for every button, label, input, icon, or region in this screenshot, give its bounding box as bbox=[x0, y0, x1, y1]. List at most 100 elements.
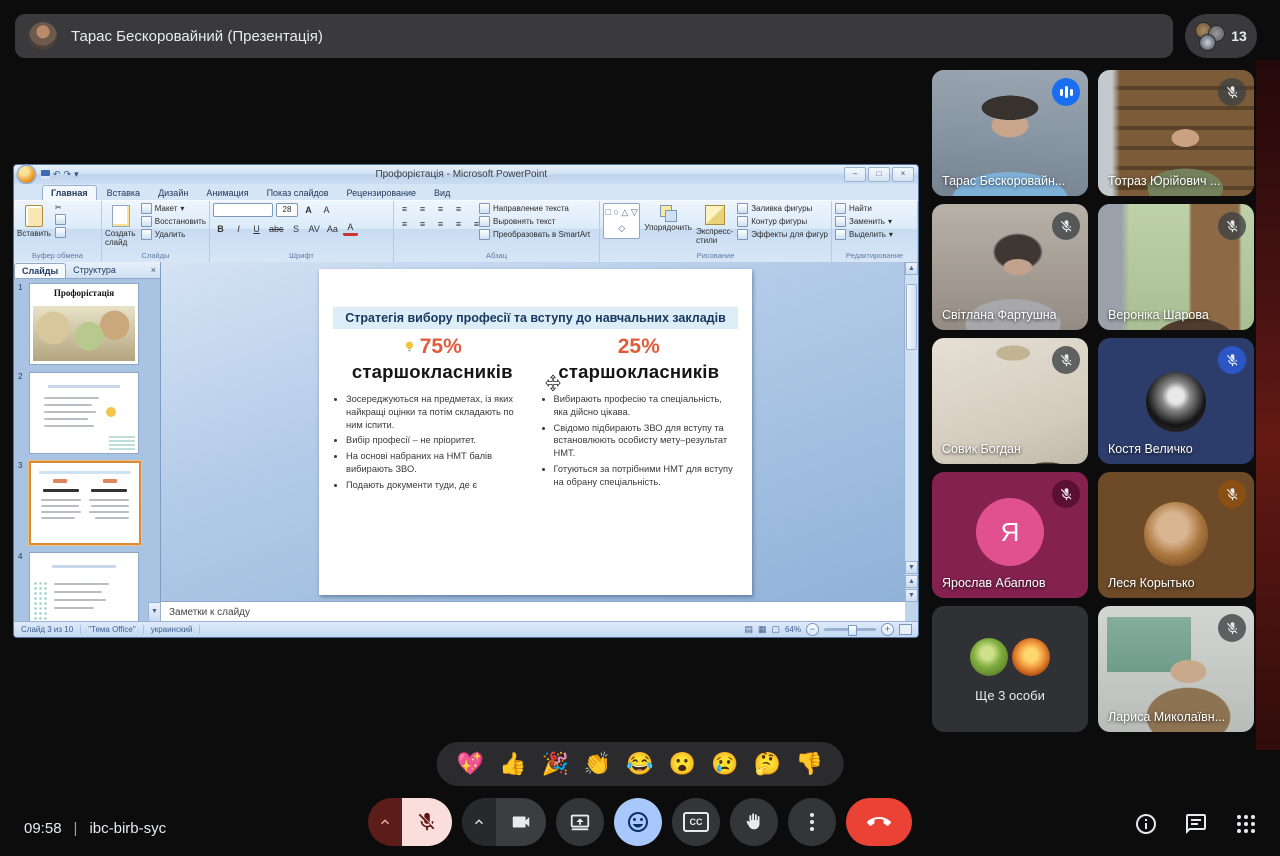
present-button[interactable] bbox=[556, 798, 604, 846]
reaction-thumbs-up[interactable]: 👍 bbox=[499, 751, 526, 777]
current-slide[interactable]: Стратегія вибору професії та вступу до н… bbox=[319, 269, 752, 595]
shape-outline-button[interactable]: Контур фигуры bbox=[737, 216, 828, 227]
end-call-button[interactable] bbox=[846, 798, 912, 846]
grow-font-button[interactable]: A bbox=[301, 204, 316, 216]
shape-fill-button[interactable]: Заливка фигуры bbox=[737, 203, 828, 214]
slide-thumbnail-4[interactable]: 4 bbox=[18, 552, 148, 622]
participant-tile[interactable]: Лариса Миколаївн... bbox=[1098, 606, 1254, 732]
reaction-cry[interactable]: 😢 bbox=[711, 751, 738, 777]
participant-tile[interactable]: Я Ярослав Абаплов bbox=[932, 472, 1088, 598]
italic-button[interactable]: I bbox=[231, 223, 246, 235]
view-slideshow-icon[interactable]: ▢ bbox=[771, 624, 780, 635]
strikethrough-button[interactable]: abc bbox=[267, 223, 286, 235]
bullets-button[interactable]: ≡ bbox=[397, 203, 412, 215]
participant-tile[interactable]: Совик Богдан bbox=[932, 338, 1088, 464]
minimize-button[interactable]: – bbox=[844, 167, 866, 182]
tab-slideshow[interactable]: Показ слайдов bbox=[259, 186, 337, 200]
align-center-button[interactable]: ≡ bbox=[415, 218, 430, 230]
scroll-up-icon[interactable]: ▲ bbox=[905, 262, 918, 275]
new-slide-button[interactable]: Создать слайд bbox=[105, 203, 137, 247]
mic-toggle-button[interactable] bbox=[402, 798, 452, 846]
reactions-button[interactable] bbox=[614, 798, 662, 846]
replace-button[interactable]: Заменить▾ bbox=[835, 216, 893, 227]
char-spacing-button[interactable]: AV bbox=[307, 223, 322, 235]
tab-insert[interactable]: Вставка bbox=[99, 186, 148, 200]
underline-button[interactable]: U bbox=[249, 223, 264, 235]
align-text-button[interactable]: Выровнять текст bbox=[479, 216, 590, 227]
more-options-button[interactable] bbox=[788, 798, 836, 846]
numbering-button[interactable]: ≡ bbox=[415, 203, 430, 215]
find-button[interactable]: Найти bbox=[835, 203, 893, 214]
select-button[interactable]: Выделить▾ bbox=[835, 229, 893, 240]
reaction-laugh[interactable]: 😂 bbox=[626, 751, 653, 777]
tab-review[interactable]: Рецензирование bbox=[339, 186, 425, 200]
notes-splitter[interactable]: ▼ bbox=[148, 602, 161, 622]
close-button[interactable]: × bbox=[892, 167, 914, 182]
shrink-font-button[interactable]: A bbox=[319, 204, 334, 216]
zoom-slider[interactable] bbox=[824, 628, 876, 631]
quick-styles-button[interactable]: Экспресс-стили bbox=[696, 203, 733, 245]
scrollbar-thumb[interactable] bbox=[906, 284, 917, 350]
reaction-clap[interactable]: 👏 bbox=[584, 751, 611, 777]
participant-tile[interactable]: Світлана Фартушна bbox=[932, 204, 1088, 330]
captions-button[interactable]: CC bbox=[672, 798, 720, 846]
next-slide-button[interactable]: ▼ bbox=[905, 589, 918, 602]
office-button[interactable] bbox=[18, 166, 35, 183]
smartart-button[interactable]: Преобразовать в SmartArt bbox=[479, 229, 590, 240]
shadow-button[interactable]: S bbox=[289, 223, 304, 235]
slide-thumbnail-2[interactable]: 2 bbox=[18, 372, 148, 454]
text-direction-button[interactable]: Направление текста bbox=[479, 203, 590, 214]
view-sorter-icon[interactable]: ▦ bbox=[758, 624, 767, 635]
tab-view[interactable]: Вид bbox=[426, 186, 458, 200]
scroll-down-icon[interactable]: ▼ bbox=[905, 561, 918, 574]
undo-icon[interactable]: ↶ bbox=[53, 169, 61, 180]
justify-button[interactable]: ≡ bbox=[451, 218, 466, 230]
reaction-thinking[interactable]: 🤔 bbox=[754, 751, 781, 777]
reaction-thumbs-down[interactable]: 👎 bbox=[796, 751, 823, 777]
quick-access-toolbar[interactable]: ↶ ↷ ▾ bbox=[41, 169, 79, 180]
reaction-party[interactable]: 🎉 bbox=[541, 751, 568, 777]
tab-animation[interactable]: Анимация bbox=[198, 186, 256, 200]
zoom-in-button[interactable]: + bbox=[881, 623, 894, 636]
participants-count-pill[interactable]: 13 bbox=[1185, 14, 1257, 58]
fit-to-window-button[interactable] bbox=[899, 624, 912, 635]
zoom-out-button[interactable]: − bbox=[806, 623, 819, 636]
apps-grid-icon[interactable] bbox=[1234, 812, 1258, 836]
editor-scrollbar[interactable]: ▲ ▼ ▲ ▼ bbox=[904, 262, 918, 602]
redo-icon[interactable]: ↷ bbox=[64, 169, 72, 180]
ppt-title-bar[interactable]: ↶ ↷ ▾ Профорієтація - Microsoft PowerPoi… bbox=[14, 165, 918, 184]
save-icon[interactable] bbox=[41, 170, 50, 179]
shape-effects-button[interactable]: Эффекты для фигур bbox=[737, 229, 828, 240]
reset-button[interactable]: Восстановить bbox=[141, 216, 206, 227]
info-icon[interactable] bbox=[1134, 812, 1158, 836]
cut-button[interactable]: ✂ bbox=[55, 203, 66, 212]
slides-tab[interactable]: Слайды bbox=[14, 263, 66, 278]
participant-tile[interactable]: Леся Корытько bbox=[1098, 472, 1254, 598]
participant-tile[interactable]: Костя Величко bbox=[1098, 338, 1254, 464]
format-painter-button[interactable] bbox=[55, 227, 66, 238]
notes-area[interactable]: Заметки к слайду bbox=[161, 601, 905, 622]
indent-increase-button[interactable]: ≡ bbox=[451, 203, 466, 215]
pane-close-icon[interactable]: × bbox=[151, 265, 156, 275]
bold-button[interactable]: B bbox=[213, 223, 228, 235]
font-size-combo[interactable]: 28 bbox=[276, 203, 298, 217]
tab-home[interactable]: Главная bbox=[42, 185, 97, 200]
font-name-combo[interactable] bbox=[213, 203, 273, 217]
participant-tile[interactable]: Тотраз Юрійович ... bbox=[1098, 70, 1254, 196]
slide-thumbnail-3[interactable]: 3 bbox=[18, 461, 148, 545]
layout-button[interactable]: Макет▾ bbox=[141, 203, 206, 214]
camera-toggle-button[interactable] bbox=[496, 798, 546, 846]
outline-tab[interactable]: Структура bbox=[66, 263, 123, 277]
indent-decrease-button[interactable]: ≡ bbox=[433, 203, 448, 215]
participant-tile[interactable]: Вероніка Шарова bbox=[1098, 204, 1254, 330]
overflow-tile[interactable]: Ще 3 особи bbox=[932, 606, 1088, 732]
arrange-button[interactable]: Упорядочить bbox=[644, 203, 692, 232]
copy-button[interactable] bbox=[55, 214, 66, 225]
reaction-surprised[interactable]: 😮 bbox=[669, 751, 696, 777]
paste-button[interactable]: Вставить bbox=[17, 203, 51, 238]
tab-design[interactable]: Дизайн bbox=[150, 186, 196, 200]
zoom-slider-thumb[interactable] bbox=[848, 625, 857, 636]
align-right-button[interactable]: ≡ bbox=[433, 218, 448, 230]
camera-options-button[interactable] bbox=[462, 798, 496, 846]
align-left-button[interactable]: ≡ bbox=[397, 218, 412, 230]
